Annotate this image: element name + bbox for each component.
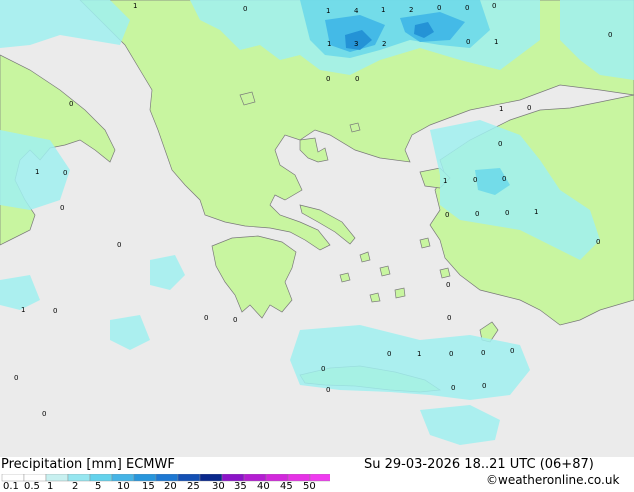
value-label: 1 xyxy=(417,350,421,358)
scale-swatch xyxy=(89,474,113,482)
value-label: 0 xyxy=(117,241,121,249)
value-label: 4 xyxy=(354,7,359,15)
value-label: 0 xyxy=(498,140,502,148)
product-title: Precipitation [mm] ECMWF xyxy=(1,457,175,472)
value-label: 0 xyxy=(596,238,600,246)
value-label: 0 xyxy=(14,374,18,382)
value-label: 0 xyxy=(326,386,330,394)
scale-tick-label: 35 xyxy=(234,481,247,492)
scale-swatch xyxy=(155,474,179,482)
scale-tick-label: 50 xyxy=(303,481,316,492)
scale-swatch xyxy=(221,474,245,482)
value-label: 0 xyxy=(326,75,330,83)
value-label: 0 xyxy=(437,4,441,12)
scale-tick-label: 15 xyxy=(142,481,155,492)
value-label: 0 xyxy=(502,175,506,183)
value-label: 0 xyxy=(387,350,391,358)
scale-swatch xyxy=(199,474,223,482)
value-label: 0 xyxy=(447,314,451,322)
value-label: 0 xyxy=(449,350,453,358)
scale-swatch xyxy=(309,474,330,482)
value-label: 2 xyxy=(409,6,413,14)
value-label: 0 xyxy=(355,75,359,83)
scale-swatch xyxy=(287,474,311,482)
value-label: 1 xyxy=(327,40,331,48)
value-label: 0 xyxy=(466,38,470,46)
scale-tick-label: 5 xyxy=(95,481,102,492)
value-label: 0 xyxy=(527,104,531,112)
value-label: 0 xyxy=(53,307,57,315)
scale-swatch xyxy=(243,474,267,482)
value-label: 1 xyxy=(133,2,137,10)
value-label: 0 xyxy=(42,410,46,418)
scale-tick-label: 0.5 xyxy=(24,481,40,492)
value-label: 0 xyxy=(446,281,450,289)
scale-tick-label: 2 xyxy=(72,481,79,492)
value-label: 0 xyxy=(204,314,208,322)
value-label: 0 xyxy=(465,4,469,12)
value-label: 0 xyxy=(475,210,479,218)
value-label: 0 xyxy=(505,209,509,217)
value-label: 1 xyxy=(21,306,25,314)
scale-tick-label: 20 xyxy=(164,481,177,492)
scale-swatch xyxy=(67,474,91,482)
scale-tick-label: 25 xyxy=(187,481,200,492)
value-label: 0 xyxy=(451,384,455,392)
value-label: 0 xyxy=(482,382,486,390)
value-label: 2 xyxy=(382,40,386,48)
scale-tick-label: 10 xyxy=(117,481,130,492)
value-label: 3 xyxy=(354,40,358,48)
scale-tick-label: 0.1 xyxy=(3,481,19,492)
value-label: 0 xyxy=(321,365,325,373)
scale-swatch xyxy=(1,474,25,482)
value-label: 0 xyxy=(608,31,612,39)
value-label: 0 xyxy=(63,169,67,177)
scale-swatch xyxy=(111,474,135,482)
value-label: 0 xyxy=(69,100,73,108)
scale-swatch xyxy=(177,474,201,482)
scale-swatch xyxy=(265,474,289,482)
valid-datetime: Su 29-03-2026 18..21 UTC (06+87) xyxy=(364,457,594,472)
value-label: 0 xyxy=(60,204,64,212)
value-label: 0 xyxy=(233,316,237,324)
value-label: 1 xyxy=(494,38,498,46)
scale-swatch xyxy=(133,474,157,482)
scale-tick-label: 1 xyxy=(47,481,54,492)
value-label: 0 xyxy=(481,349,485,357)
value-label: 1 xyxy=(35,168,39,176)
value-label: 0 xyxy=(243,5,247,13)
scale-tick-label: 40 xyxy=(257,481,270,492)
scale-swatch xyxy=(45,474,69,482)
value-label: 1 xyxy=(499,105,503,113)
scale-tick-label: 45 xyxy=(280,481,293,492)
value-label: 0 xyxy=(473,176,477,184)
credit-link[interactable]: ©weatheronline.co.uk xyxy=(486,473,619,487)
value-label: 0 xyxy=(445,211,449,219)
value-label: 0 xyxy=(492,2,496,10)
value-label: 1 xyxy=(326,7,330,15)
scale-swatch xyxy=(23,474,47,482)
precipitation-map: 1 0 1 4 1 2 0 0 0 1 3 2 0 1 0 0 0 0 1 0 … xyxy=(0,0,634,457)
value-label: 1 xyxy=(534,208,538,216)
value-label: 0 xyxy=(510,347,514,355)
value-label: 1 xyxy=(443,177,447,185)
value-label: 1 xyxy=(381,6,385,14)
scale-tick-label: 30 xyxy=(212,481,225,492)
